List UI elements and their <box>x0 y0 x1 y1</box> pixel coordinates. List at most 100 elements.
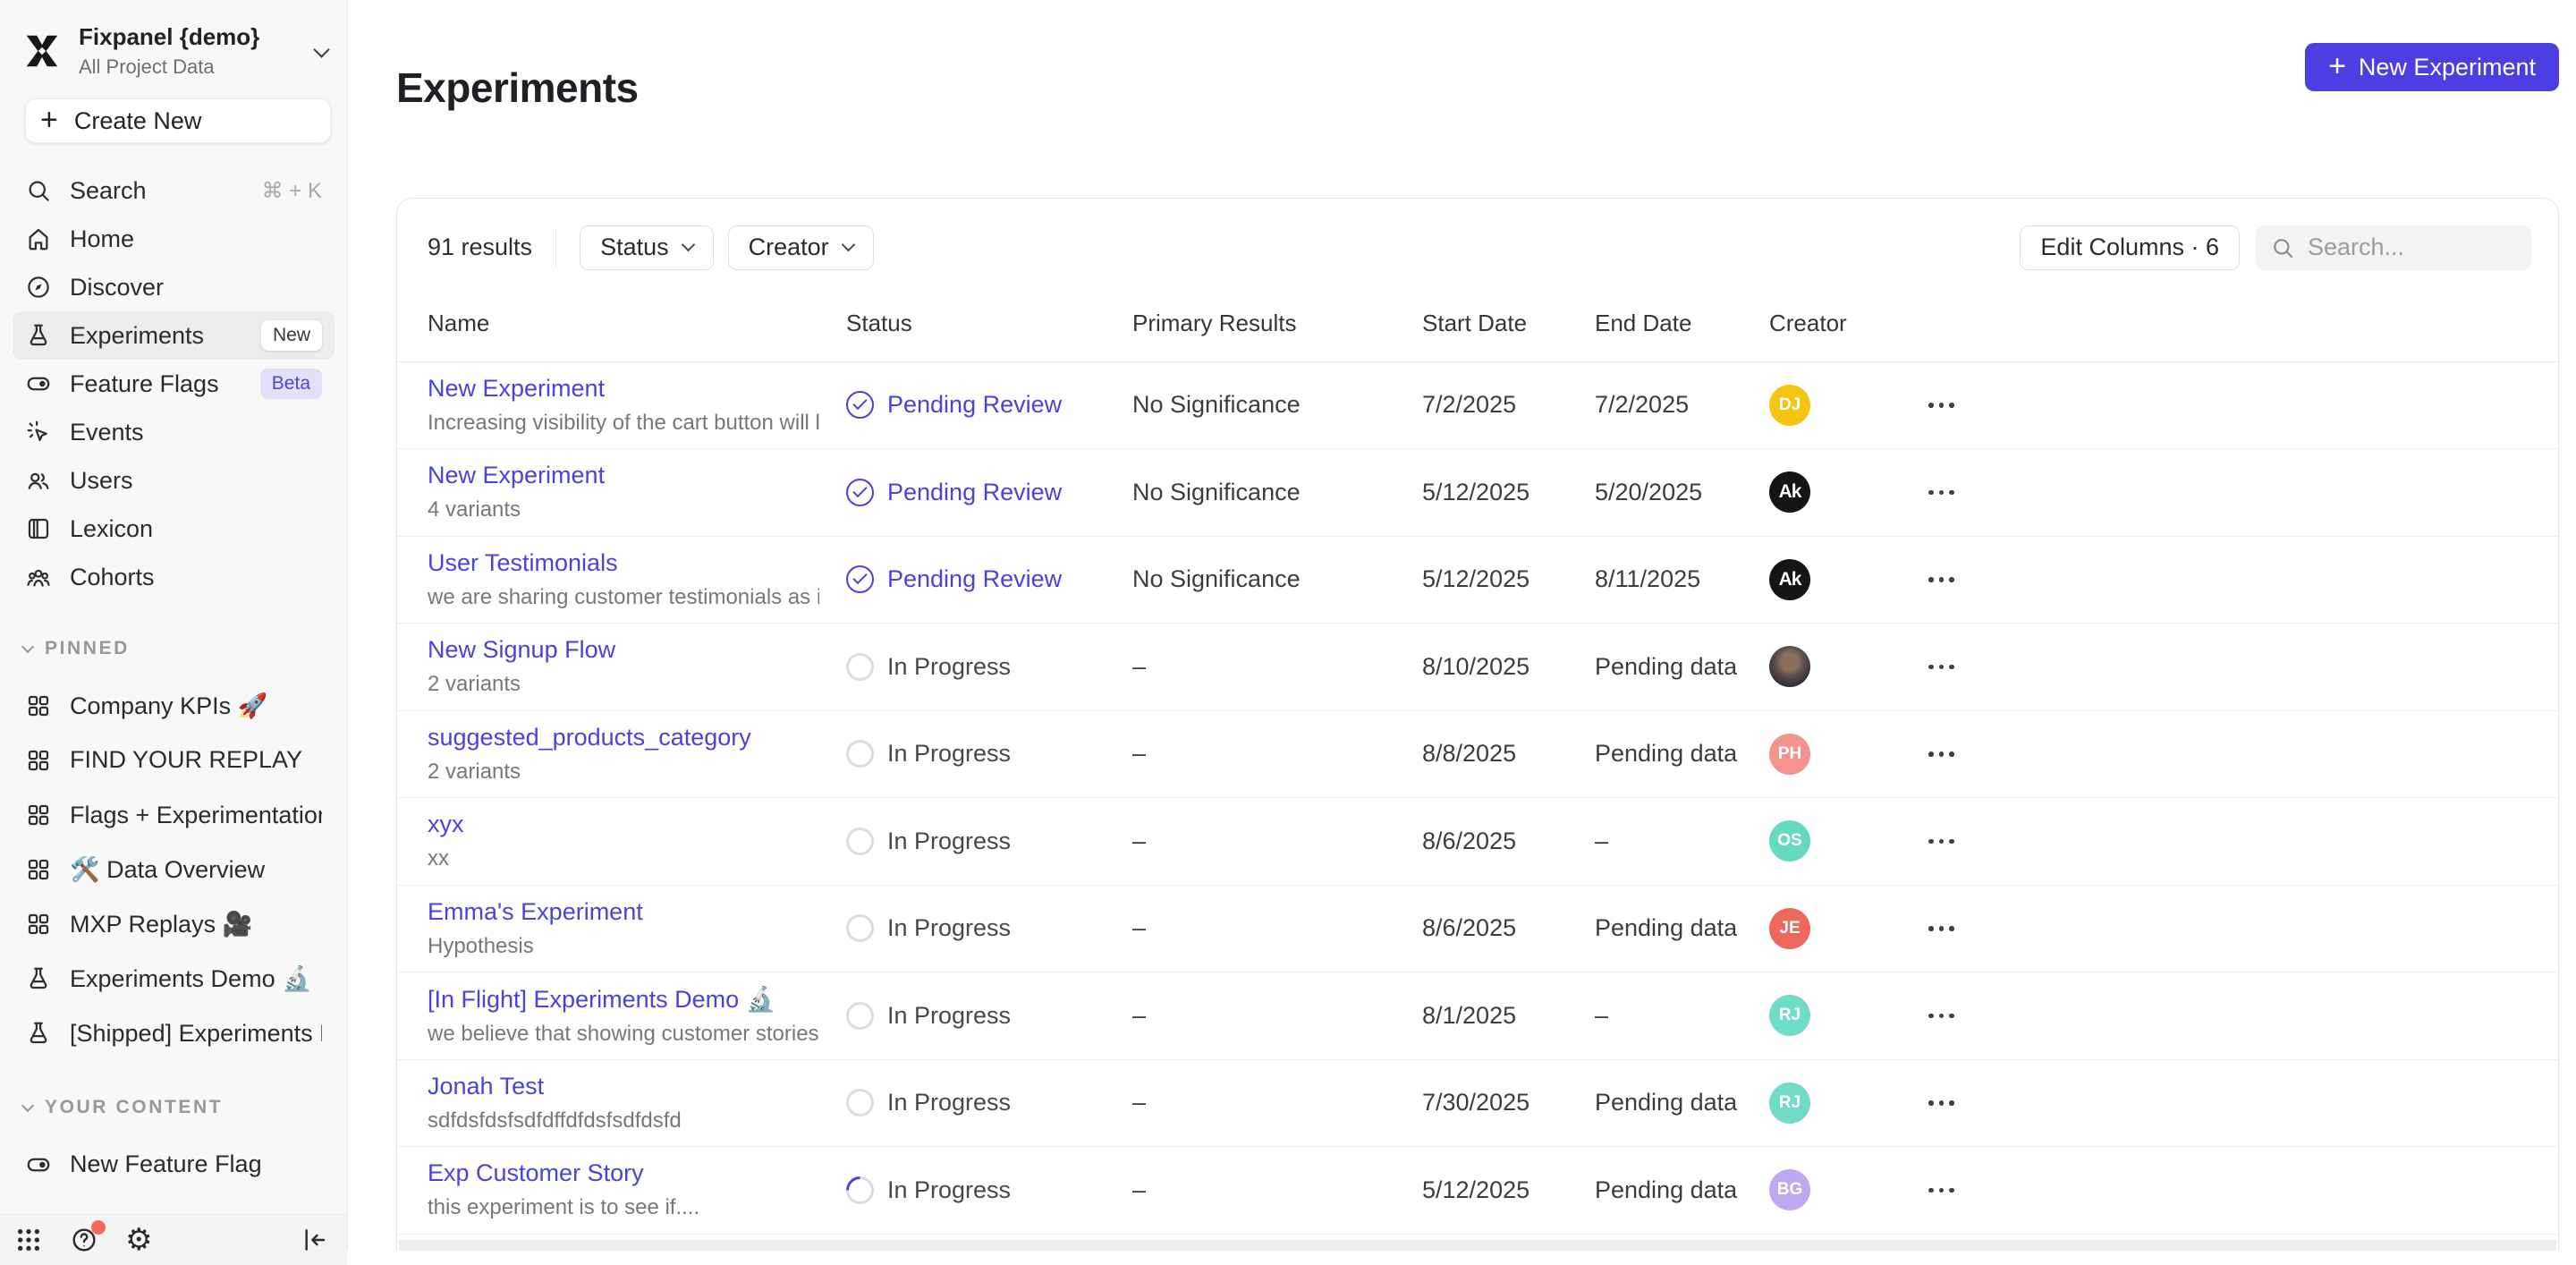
chevron-down-icon <box>841 238 855 252</box>
dot-icon <box>1939 490 1945 496</box>
dot-icon <box>1949 926 1954 931</box>
column-header-name: Name <box>428 310 846 337</box>
apps-grid-icon[interactable] <box>14 1226 43 1254</box>
start-date-cell: 5/12/2025 <box>1422 565 1595 593</box>
pinned-item-label: [Shipped] Experiments Demo 🖋️ <box>70 1019 322 1048</box>
creator-avatar[interactable]: OS <box>1769 820 1810 862</box>
settings-gear-icon[interactable]: ⚙ <box>125 1226 154 1254</box>
dot-icon <box>1939 1100 1945 1106</box>
sidebar-pinned-item[interactable]: FIND YOUR REPLAY <box>13 733 335 787</box>
start-date-cell: 7/2/2025 <box>1422 391 1595 419</box>
experiment-name-link[interactable]: suggested_products_category <box>428 724 819 751</box>
primary-results-cell: No Significance <box>1132 565 1422 593</box>
dot-icon <box>1928 1014 1934 1019</box>
sidebar-item-lexicon[interactable]: Lexicon <box>13 505 335 553</box>
edit-columns-button[interactable]: Edit Columns · 6 <box>2020 225 2240 270</box>
status-icon <box>846 391 874 419</box>
page-header: Experiments + New Experiment <box>348 0 2576 140</box>
pinned-item-label: FIND YOUR REPLAY <box>70 746 302 774</box>
row-actions-button[interactable] <box>1916 926 2558 931</box>
dot-icon <box>1928 577 1934 582</box>
sidebar-footer: ⚙ <box>0 1214 347 1265</box>
primary-results-cell: – <box>1132 1089 1422 1116</box>
start-date-cell: 5/12/2025 <box>1422 479 1595 506</box>
experiment-name-link[interactable]: [In Flight] Experiments Demo 🔬 <box>428 985 819 1014</box>
row-actions-button[interactable] <box>1916 839 2558 845</box>
search-input[interactable] <box>2306 233 2517 262</box>
experiment-name-link[interactable]: User Testimonials <box>428 549 819 577</box>
experiment-name-link[interactable]: Jonah Test <box>428 1073 819 1100</box>
table-row: New Experiment Increasing visibility of … <box>397 362 2558 450</box>
creator-avatar[interactable]: RJ <box>1769 1082 1810 1124</box>
help-button[interactable] <box>70 1226 98 1254</box>
sidebar-item-experiments[interactable]: Experiments New <box>13 311 335 360</box>
status-label: In Progress <box>887 653 1011 681</box>
row-actions-button[interactable] <box>1916 1100 2558 1106</box>
start-date-cell: 8/6/2025 <box>1422 914 1595 942</box>
create-new-button[interactable]: + Create New <box>25 98 331 143</box>
sidebar-item-feature-flags[interactable]: Feature Flags Beta <box>13 360 335 408</box>
your-content-section-header[interactable]: YOUR CONTENT <box>0 1094 347 1121</box>
experiment-subtitle: Increasing visibility of the cart button… <box>428 411 819 436</box>
creator-avatar[interactable]: BG <box>1769 1169 1810 1210</box>
dot-icon <box>1939 926 1945 931</box>
your-content-section: YOUR CONTENT New Feature Flag <box>0 1094 347 1192</box>
creator-cell: Ak <box>1769 559 1916 600</box>
row-actions-button[interactable] <box>1916 1014 2558 1019</box>
row-actions-button[interactable] <box>1916 665 2558 670</box>
sidebar-pinned-item[interactable]: Flags + Experimentation Demo 🧪 <box>13 787 335 842</box>
creator-avatar[interactable] <box>1769 646 1810 687</box>
sidebar-pinned-item[interactable]: Experiments Demo 🔬 <box>13 951 335 1006</box>
sidebar-item-cohorts[interactable]: Cohorts <box>13 553 335 601</box>
experiment-name-link[interactable]: New Experiment <box>428 375 819 403</box>
flask-icon <box>25 1020 52 1047</box>
status-label: In Progress <box>887 1176 1011 1204</box>
sidebar-item-users[interactable]: Users <box>13 456 335 505</box>
creator-cell: RJ <box>1769 995 1916 1036</box>
row-actions-button[interactable] <box>1916 490 2558 496</box>
horizontal-scrollbar[interactable] <box>399 1240 2556 1251</box>
status-label: Pending Review <box>887 391 1062 419</box>
creator-avatar[interactable]: RJ <box>1769 995 1810 1036</box>
experiment-subtitle: we are sharing customer testimonials as … <box>428 585 819 610</box>
dot-icon <box>1949 665 1954 670</box>
creator-avatar[interactable]: Ak <box>1769 559 1810 600</box>
status-icon <box>846 740 874 768</box>
collapse-sidebar-icon[interactable] <box>301 1226 329 1254</box>
experiment-name-link[interactable]: New Experiment <box>428 462 819 489</box>
creator-cell: OS <box>1769 820 1916 862</box>
row-actions-button[interactable] <box>1916 751 2558 757</box>
cohorts-icon <box>25 564 52 590</box>
main-content: Experiments + New Experiment 91 results … <box>348 0 2576 1251</box>
sidebar-item-search[interactable]: Search ⌘ + K <box>13 166 335 215</box>
sidebar-item-home[interactable]: Home <box>13 215 335 263</box>
sidebar-pinned-item[interactable]: 🛠️ Data Overview <box>13 842 335 896</box>
experiment-name-link[interactable]: Exp Customer Story <box>428 1159 819 1187</box>
status-filter-button[interactable]: Status <box>580 225 714 270</box>
experiment-name-link[interactable]: xyx <box>428 811 819 838</box>
sidebar-pinned-item[interactable]: Company KPIs 🚀 <box>13 678 335 733</box>
row-actions-button[interactable] <box>1916 577 2558 582</box>
row-actions-button[interactable] <box>1916 403 2558 408</box>
sidebar-content-item[interactable]: New Feature Flag <box>13 1137 335 1192</box>
experiment-name-link[interactable]: Emma's Experiment <box>428 898 819 926</box>
name-cell: Exp Customer Story this experiment is to… <box>428 1159 846 1220</box>
pinned-section-header[interactable]: PINNED <box>0 635 347 662</box>
chevron-down-icon <box>21 1099 34 1112</box>
creator-avatar[interactable]: JE <box>1769 908 1810 949</box>
pinned-section: PINNED Company KPIs 🚀 <box>0 635 347 1060</box>
row-actions-button[interactable] <box>1916 1188 2558 1193</box>
sidebar-item-discover[interactable]: Discover <box>13 263 335 311</box>
sidebar-pinned-item[interactable]: MXP Replays 🎥 <box>13 896 335 951</box>
primary-results-cell: – <box>1132 1176 1422 1204</box>
sidebar-pinned-item[interactable]: [Shipped] Experiments Demo 🖋️ <box>13 1006 335 1060</box>
creator-avatar[interactable]: DJ <box>1769 385 1810 426</box>
new-experiment-button[interactable]: + New Experiment <box>2305 43 2559 91</box>
creator-avatar[interactable]: Ak <box>1769 471 1810 513</box>
name-cell: Jonah Test sdfdsfdsfsdfdffdfdsfsdfdsfd <box>428 1073 846 1133</box>
experiment-name-link[interactable]: New Signup Flow <box>428 636 819 664</box>
sidebar-item-events[interactable]: Events <box>13 408 335 456</box>
workspace-switcher[interactable]: Fixpanel {demo} All Project Data <box>0 0 347 88</box>
creator-avatar[interactable]: PH <box>1769 734 1810 775</box>
creator-filter-button[interactable]: Creator <box>728 225 874 270</box>
